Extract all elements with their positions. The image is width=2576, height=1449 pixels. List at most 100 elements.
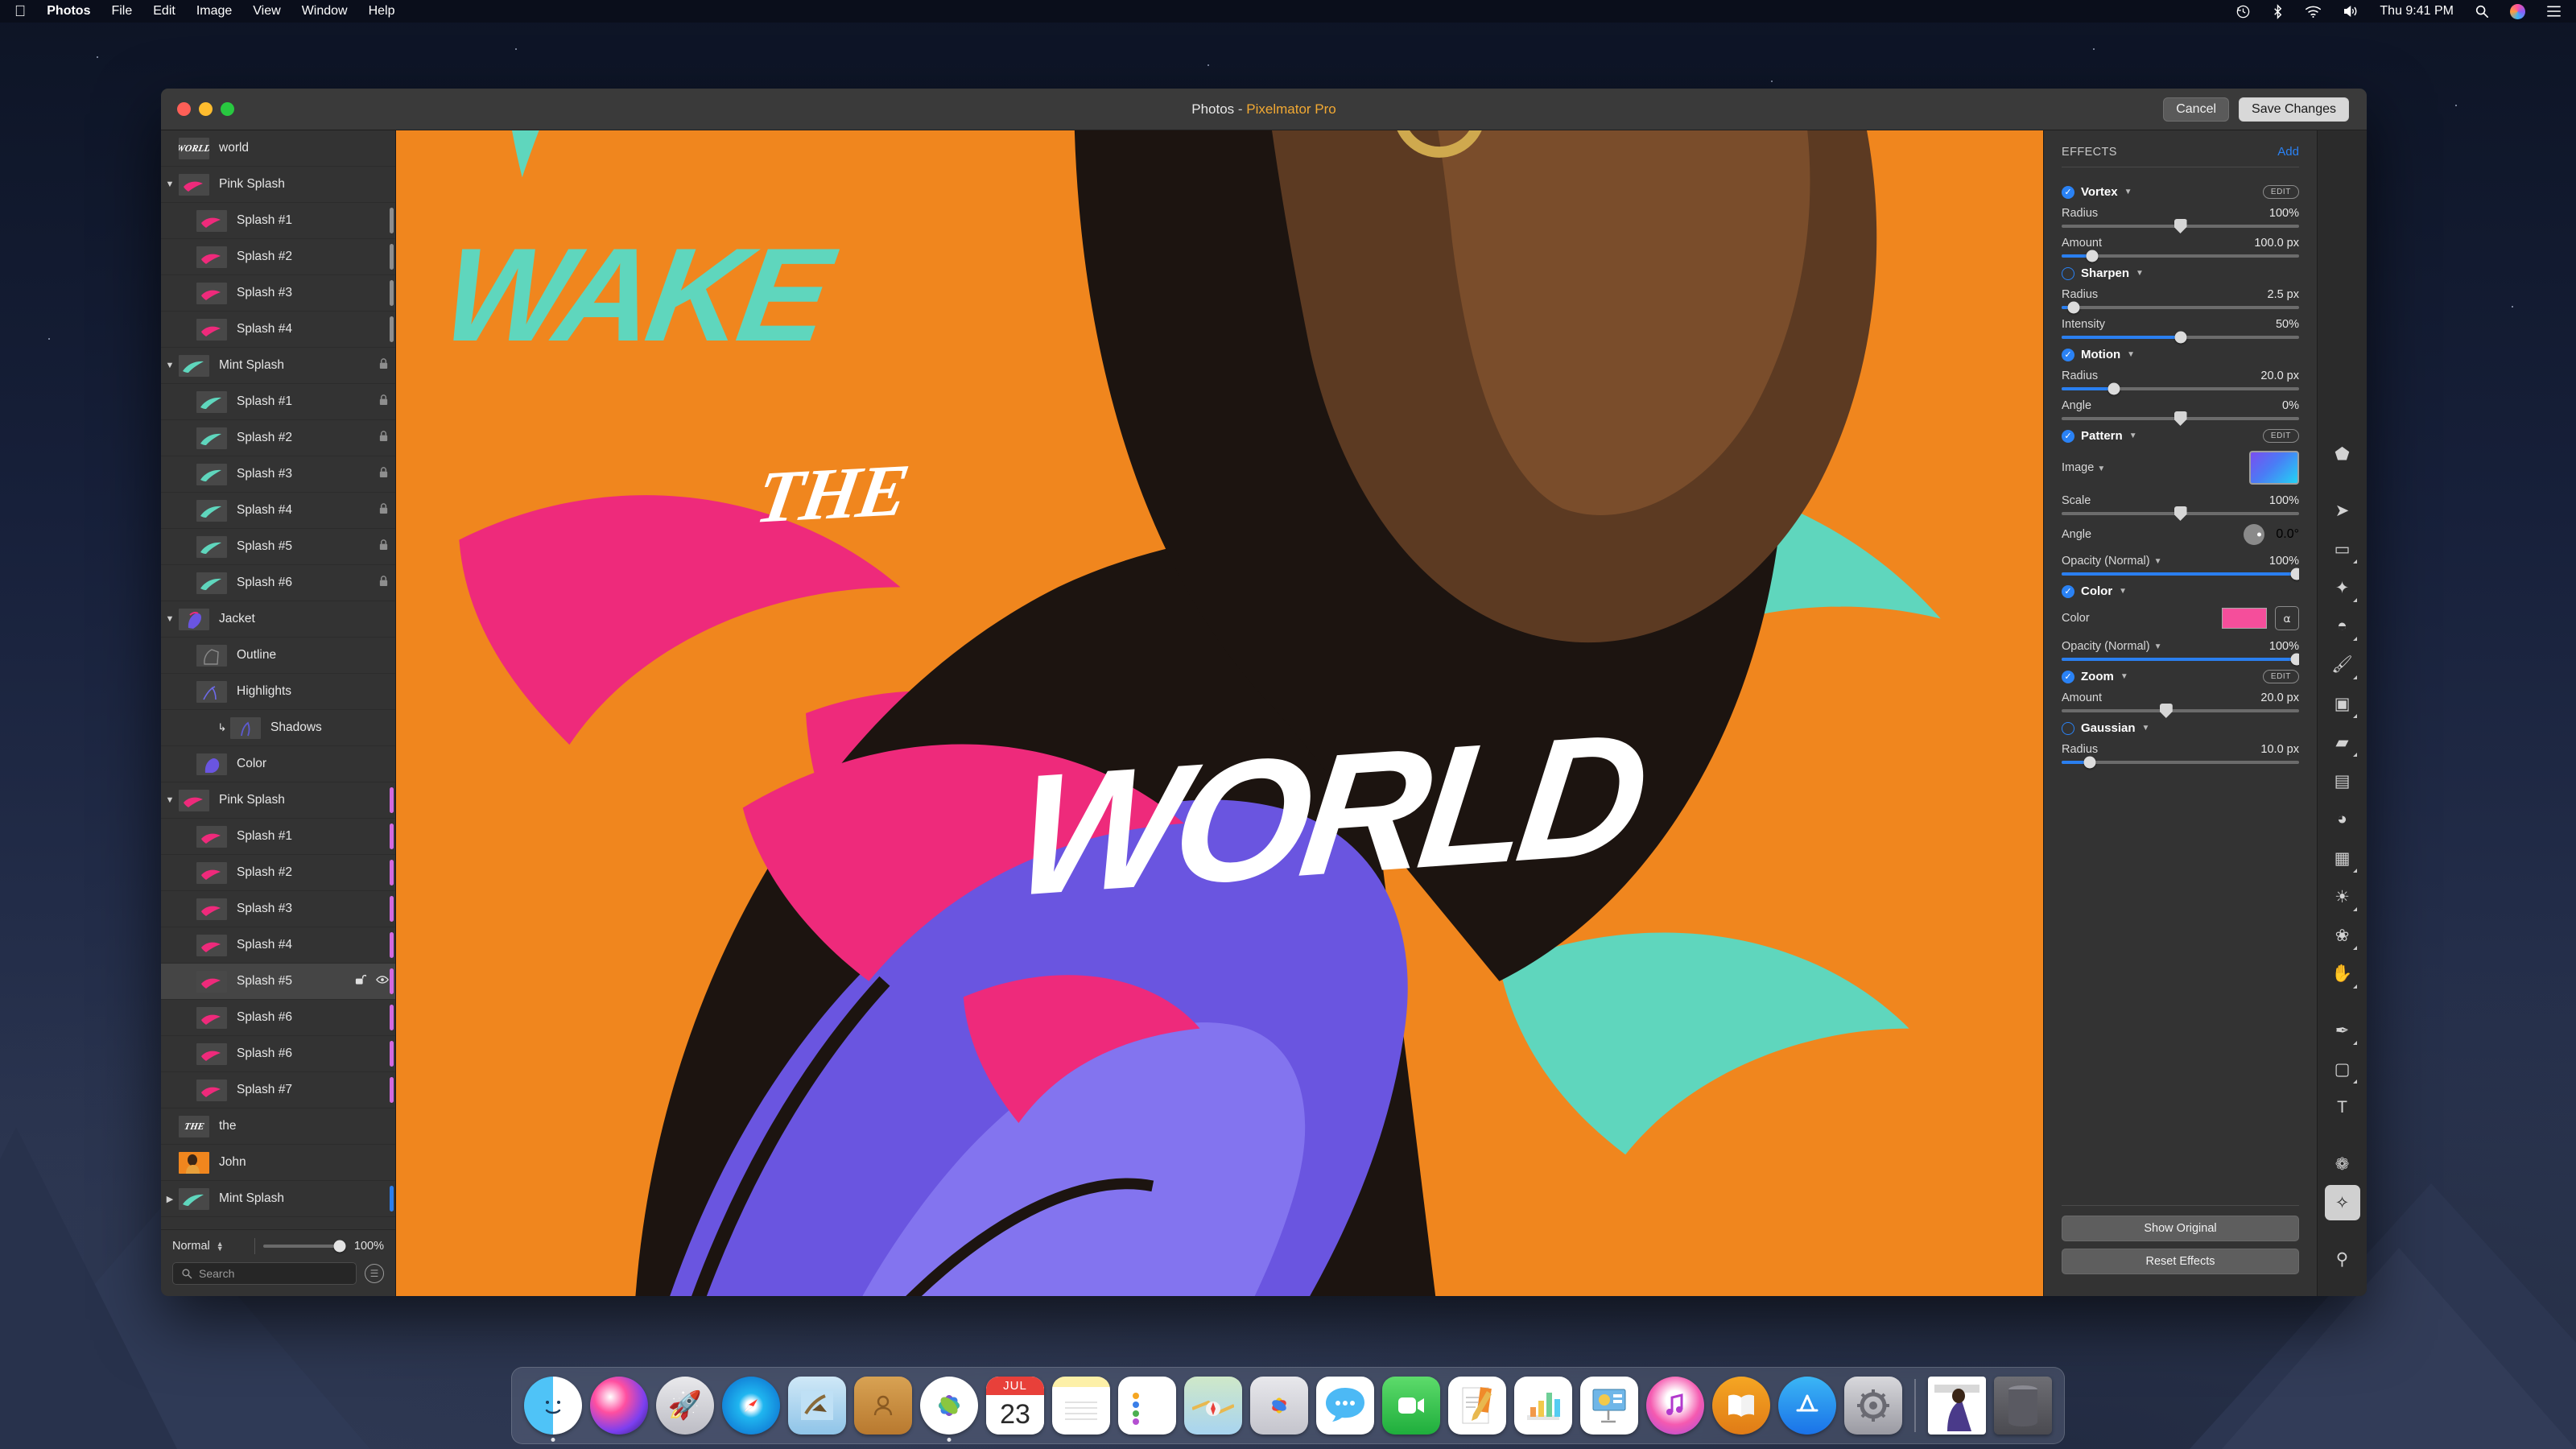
lock-icon[interactable]: [378, 394, 389, 410]
disclosure-triangle-icon[interactable]: ▼: [161, 361, 179, 370]
layer-row[interactable]: Splash #6: [161, 1000, 395, 1036]
opacity-slider[interactable]: [2062, 658, 2299, 661]
eraser-icon[interactable]: ▰: [2325, 724, 2360, 760]
wifi-icon[interactable]: [2305, 5, 2322, 19]
siri-icon[interactable]: [2510, 4, 2525, 19]
effect-enable-checkbox[interactable]: ✓: [2062, 585, 2074, 598]
effect-enable-checkbox[interactable]: ✓: [2062, 349, 2074, 361]
layer-row[interactable]: Splash #3: [161, 275, 395, 312]
shape-icon[interactable]: ▢: [2325, 1051, 2360, 1087]
smudge-icon[interactable]: ❀: [2325, 918, 2360, 953]
lock-icon[interactable]: [378, 357, 389, 374]
menu-item-help[interactable]: Help: [369, 4, 395, 19]
layer-row[interactable]: Splash #4: [161, 493, 395, 529]
effect-enable-checkbox[interactable]: ✓: [2062, 186, 2074, 199]
disclosure-triangle-icon[interactable]: ▼: [161, 614, 179, 624]
clone-stamp-icon[interactable]: ◕: [2325, 802, 2360, 837]
layer-row[interactable]: Splash #2: [161, 239, 395, 275]
color-adjustments-icon[interactable]: ❁: [2325, 1146, 2360, 1182]
minimize-button[interactable]: [199, 102, 213, 116]
lock-icon[interactable]: [378, 575, 389, 591]
effect-enable-checkbox[interactable]: [2062, 267, 2074, 280]
search-icon[interactable]: [2475, 4, 2489, 19]
effect-gaussian-radius-slider[interactable]: [2062, 761, 2299, 764]
effect-sharpen-radius-slider[interactable]: [2062, 306, 2299, 309]
type-tool-icon[interactable]: T: [2325, 1090, 2360, 1125]
mail-icon[interactable]: [786, 1375, 848, 1436]
siri-icon[interactable]: [588, 1375, 650, 1436]
image-canvas[interactable]: WAKE THE WORLD: [396, 130, 2043, 1296]
effects-blocks[interactable]: ✓Vortex▼EDITRadius100%Amount100.0 pxShar…: [2062, 167, 2299, 1205]
color-swatch[interactable]: [2222, 608, 2267, 629]
layer-row[interactable]: Splash #3: [161, 456, 395, 493]
layer-row[interactable]: Color: [161, 746, 395, 782]
layer-row[interactable]: Splash #2: [161, 420, 395, 456]
chevron-down-icon[interactable]: ▼: [2119, 587, 2127, 596]
photos-icon[interactable]: [919, 1375, 980, 1436]
layer-row[interactable]: ▼Jacket: [161, 601, 395, 638]
layer-row[interactable]: ↳Shadows: [161, 710, 395, 746]
layer-row[interactable]: Splash #2: [161, 855, 395, 891]
finder-icon[interactable]: [522, 1375, 584, 1436]
layer-row[interactable]: Splash #5: [161, 529, 395, 565]
opacity-label[interactable]: Opacity (Normal) ▼: [2062, 640, 2161, 653]
pattern-image-label[interactable]: Image ▼: [2062, 461, 2105, 474]
disclosure-triangle-icon[interactable]: ▶: [161, 1194, 179, 1204]
apple-icon[interactable]: : [14, 4, 26, 19]
paint-brush-icon[interactable]: 🖌: [2325, 647, 2360, 683]
maximize-button[interactable]: [221, 102, 234, 116]
effect-edit-button[interactable]: EDIT: [2263, 670, 2299, 683]
layer-row[interactable]: Splash #6: [161, 565, 395, 601]
zoom-tool-icon[interactable]: ⚲: [2325, 1241, 2360, 1277]
layer-row[interactable]: John: [161, 1145, 395, 1181]
layer-row[interactable]: WORLDworld: [161, 130, 395, 167]
layer-row[interactable]: Highlights: [161, 674, 395, 710]
layer-row[interactable]: ▼Pink Splash: [161, 167, 395, 203]
itunes-icon[interactable]: [1645, 1375, 1706, 1436]
layers-list[interactable]: WORLDworld▼Pink SplashSplash #1Splash #2…: [161, 130, 395, 1229]
effect-enable-checkbox[interactable]: [2062, 722, 2074, 735]
menu-item-file[interactable]: File: [111, 4, 132, 19]
magic-wand-icon[interactable]: ✦: [2325, 570, 2360, 605]
layer-row[interactable]: Splash #4: [161, 927, 395, 964]
show-original-button[interactable]: Show Original: [2062, 1216, 2299, 1241]
hand-icon[interactable]: ✋: [2325, 956, 2360, 992]
maps-icon[interactable]: [1183, 1375, 1244, 1436]
bluetooth-icon[interactable]: [2272, 4, 2284, 19]
chevron-down-icon[interactable]: ▼: [2136, 269, 2144, 278]
menu-item-image[interactable]: Image: [196, 4, 232, 19]
time-machine-icon[interactable]: [2235, 4, 2251, 19]
filter-icon[interactable]: ☰: [365, 1264, 384, 1283]
chevron-down-icon[interactable]: ▼: [2142, 724, 2150, 733]
lock-icon[interactable]: [378, 502, 389, 518]
layer-row[interactable]: Splash #1: [161, 384, 395, 420]
layer-row[interactable]: ▶Mint Splash: [161, 1181, 395, 1217]
save-changes-button[interactable]: Save Changes: [2239, 97, 2349, 122]
effect-vortex-radius-slider[interactable]: [2062, 225, 2299, 228]
menu-item-window[interactable]: Window: [302, 4, 348, 19]
add-effect-button[interactable]: Add: [2277, 145, 2299, 159]
reset-effects-button[interactable]: Reset Effects: [2062, 1249, 2299, 1274]
calendar-icon[interactable]: JUL23: [985, 1375, 1046, 1436]
layer-row[interactable]: Splash #1: [161, 819, 395, 855]
notes-icon[interactable]: [1051, 1375, 1112, 1436]
effect-sharpen-intensity-slider[interactable]: [2062, 336, 2299, 339]
layer-row[interactable]: Splash #3: [161, 891, 395, 927]
photo-booth-icon[interactable]: [1249, 1375, 1310, 1436]
lock-icon[interactable]: [378, 466, 389, 482]
effect-zoom-amount-slider[interactable]: [2062, 709, 2299, 712]
effect-enable-checkbox[interactable]: ✓: [2062, 671, 2074, 683]
ibooks-icon[interactable]: [1711, 1375, 1772, 1436]
facetime-icon[interactable]: [1381, 1375, 1442, 1436]
layer-row[interactable]: Splash #6: [161, 1036, 395, 1072]
app-store-icon[interactable]: [1777, 1375, 1838, 1436]
disclosure-triangle-icon[interactable]: ▼: [161, 795, 179, 805]
eye-visibility-icon[interactable]: [376, 974, 389, 989]
layer-row[interactable]: Splash #1: [161, 203, 395, 239]
volume-icon[interactable]: [2343, 4, 2359, 19]
unlock-icon[interactable]: [355, 973, 366, 989]
search-input[interactable]: Search: [172, 1262, 357, 1285]
opacity-slider[interactable]: [2062, 572, 2299, 576]
chevron-down-icon[interactable]: ▼: [2127, 350, 2135, 359]
chevron-down-icon[interactable]: ▼: [2129, 431, 2137, 440]
